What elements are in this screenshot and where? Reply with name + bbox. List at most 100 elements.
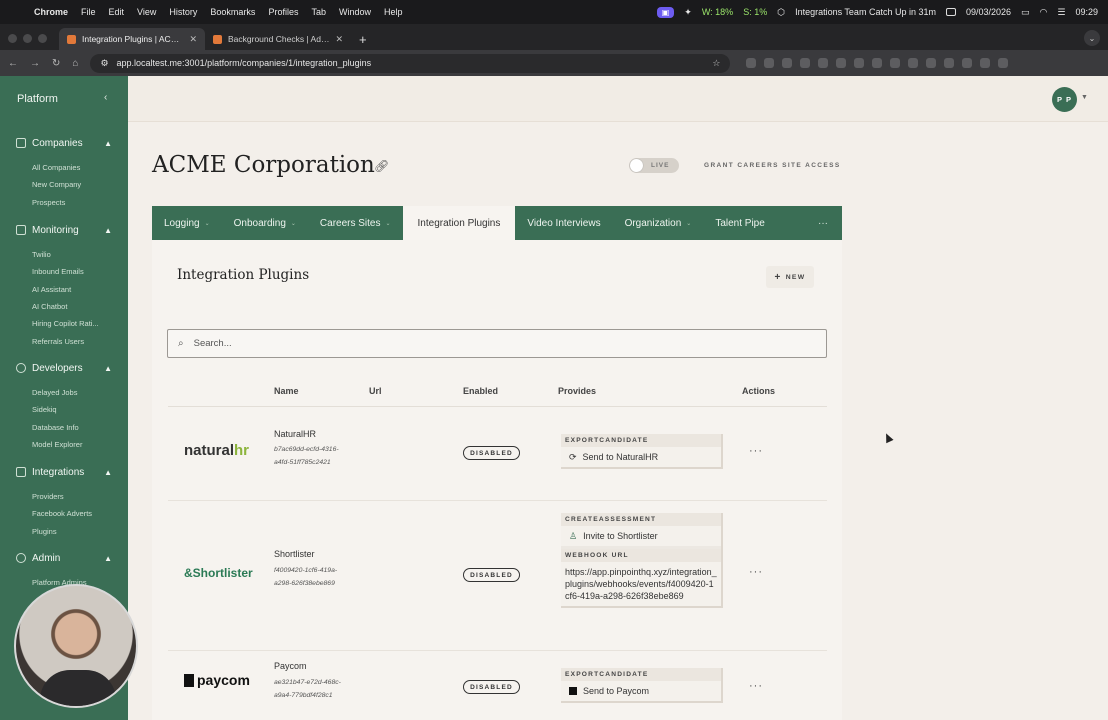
grant-careers-site-access-button[interactable]: GRANT CAREERS SITE ACCESS: [704, 162, 841, 169]
browser-tab-integration-plugins[interactable]: Integration Plugins | ACME C ✕: [59, 28, 205, 50]
address-bar[interactable]: ⚙ app.localtest.me:3001/platform/compani…: [90, 53, 731, 73]
menu-history[interactable]: History: [169, 7, 197, 17]
menu-bookmarks[interactable]: Bookmarks: [210, 7, 255, 17]
close-tab-icon[interactable]: ✕: [335, 34, 343, 45]
bookmark-star-icon[interactable]: ☆: [712, 58, 720, 69]
extension-icon[interactable]: [764, 58, 775, 68]
sidebar-item-ai-chatbot[interactable]: AI Chatbot: [0, 298, 128, 315]
sidebar-item-model-explorer[interactable]: Model Explorer: [0, 436, 128, 453]
sidebar-heading-integrations[interactable]: Integrations ▲: [0, 463, 128, 481]
reload-icon[interactable]: ↻: [52, 58, 60, 69]
plugin-name[interactable]: Paycom: [274, 661, 307, 671]
stat-s[interactable]: S: 1%: [743, 7, 767, 17]
extension-icon[interactable]: [890, 58, 901, 68]
menu-help[interactable]: Help: [384, 7, 403, 17]
column-name[interactable]: Name: [274, 386, 299, 396]
sidebar-heading-companies[interactable]: Companies ▲: [0, 134, 128, 152]
extension-icon[interactable]: [944, 58, 955, 68]
row-actions-menu[interactable]: ···: [749, 566, 763, 578]
menu-profiles[interactable]: Profiles: [268, 7, 298, 17]
extension-icon[interactable]: [818, 58, 829, 68]
minimize-window-icon[interactable]: [23, 33, 32, 43]
bird-icon[interactable]: ✦: [684, 7, 692, 18]
column-enabled[interactable]: Enabled: [463, 386, 498, 396]
battery-icon[interactable]: ▭: [1021, 7, 1030, 18]
back-icon[interactable]: ←: [8, 58, 18, 69]
collapse-sidebar-icon[interactable]: ‹: [104, 92, 107, 103]
profile-icon[interactable]: [998, 58, 1009, 68]
tab-careers-sites[interactable]: Careers Sites ⌄: [308, 206, 403, 240]
extension-icon[interactable]: [908, 58, 919, 68]
sidebar-item-twilio[interactable]: Twilio: [0, 246, 128, 263]
home-icon[interactable]: ⌂: [72, 58, 78, 69]
column-provides[interactable]: Provides: [558, 386, 596, 396]
sidebar-item-providers[interactable]: Providers: [0, 488, 128, 505]
search-input[interactable]: ⌕ Search...: [167, 329, 827, 358]
menu-file[interactable]: File: [81, 7, 96, 17]
close-tab-icon[interactable]: ✕: [189, 34, 197, 45]
stat-w[interactable]: W: 18%: [702, 7, 733, 17]
more-tabs-button[interactable]: ···: [804, 206, 842, 240]
extension-icon[interactable]: [926, 58, 937, 68]
sidebar-heading-monitoring[interactable]: Monitoring ▲: [0, 221, 128, 239]
row-actions-menu[interactable]: ···: [749, 680, 763, 692]
tab-video-interviews[interactable]: Video Interviews: [515, 206, 612, 240]
chevron-down-icon[interactable]: ▼: [1081, 94, 1088, 101]
sidebar-item-plugins[interactable]: Plugins: [0, 523, 128, 540]
sidebar-heading-developers[interactable]: Developers ▲: [0, 359, 128, 377]
menu-app-name[interactable]: Chrome: [34, 7, 68, 17]
tab-organization[interactable]: Organization ⌄: [613, 206, 704, 240]
menu-tab[interactable]: Tab: [311, 7, 326, 17]
plugin-name[interactable]: NaturalHR: [274, 429, 316, 439]
extension-icon[interactable]: [782, 58, 793, 68]
extension-icon[interactable]: [962, 58, 973, 68]
sidebar-heading-admin[interactable]: Admin ▲: [0, 549, 128, 567]
send-to-naturalhr-action[interactable]: ⟳ Send to NaturalHR: [561, 447, 721, 467]
invite-to-shortlister-action[interactable]: ♙ Invite to Shortlister: [561, 526, 721, 546]
browser-tab-background-checks[interactable]: Background Checks | Adam H ✕: [205, 28, 351, 50]
sidebar-item-inbound-emails[interactable]: Inbound Emails: [0, 263, 128, 280]
extension-icon[interactable]: [800, 58, 811, 68]
new-plugin-button[interactable]: + NEW: [766, 266, 814, 288]
sidebar-item-facebook-adverts[interactable]: Facebook Adverts: [0, 505, 128, 522]
sidebar-item-new-company[interactable]: New Company: [0, 176, 128, 193]
calendar-event[interactable]: Integrations Team Catch Up in 31m: [795, 7, 936, 17]
menu-window[interactable]: Window: [339, 7, 371, 17]
plugin-name[interactable]: Shortlister: [274, 549, 315, 559]
cube-icon[interactable]: ⬡: [777, 7, 785, 18]
extension-icon[interactable]: [836, 58, 847, 68]
column-url[interactable]: Url: [369, 386, 382, 396]
live-toggle[interactable]: LIVE: [629, 158, 679, 173]
sidebar-item-all-companies[interactable]: All Companies: [0, 159, 128, 176]
row-actions-menu[interactable]: ···: [749, 445, 763, 457]
sidebar-brand[interactable]: Platform: [17, 93, 58, 105]
wifi-icon[interactable]: ◠: [1040, 7, 1048, 18]
forward-icon[interactable]: →: [30, 58, 40, 69]
user-avatar[interactable]: P P: [1052, 87, 1077, 112]
extension-icon[interactable]: [746, 58, 757, 68]
sidebar-item-hiring-copilot[interactable]: Hiring Copilot Rati...: [0, 315, 128, 332]
menu-edit[interactable]: Edit: [109, 7, 125, 17]
sidebar-item-delayed-jobs[interactable]: Delayed Jobs: [0, 384, 128, 401]
tab-logging[interactable]: Logging ⌄: [152, 206, 222, 240]
close-window-icon[interactable]: [8, 33, 17, 43]
screen-share-icon[interactable]: ▣: [656, 6, 675, 18]
sidebar-item-ai-assistant[interactable]: AI Assistant: [0, 281, 128, 298]
tab-search-icon[interactable]: ⌄: [1084, 30, 1100, 46]
site-info-icon[interactable]: ⚙: [100, 58, 108, 69]
extension-icon[interactable]: [872, 58, 883, 68]
control-center-icon[interactable]: ☰: [1057, 7, 1065, 18]
menubar-time[interactable]: 09:29: [1075, 7, 1098, 17]
new-tab-button[interactable]: +: [351, 32, 375, 50]
tab-integration-plugins[interactable]: Integration Plugins: [402, 206, 516, 240]
send-to-paycom-action[interactable]: Send to Paycom: [561, 681, 721, 701]
extension-icon[interactable]: [854, 58, 865, 68]
tab-onboarding[interactable]: Onboarding ⌄: [222, 206, 308, 240]
menubar-date[interactable]: 09/03/2026: [966, 7, 1011, 17]
zoom-window-icon[interactable]: [38, 33, 47, 43]
sidebar-item-referrals-users[interactable]: Referrals Users: [0, 332, 128, 349]
sidebar-item-database-info[interactable]: Database Info: [0, 419, 128, 436]
sidebar-item-sidekiq[interactable]: Sidekiq: [0, 401, 128, 418]
tab-talent-pipeline[interactable]: Talent Pipe: [703, 206, 776, 240]
menu-view[interactable]: View: [137, 7, 156, 17]
